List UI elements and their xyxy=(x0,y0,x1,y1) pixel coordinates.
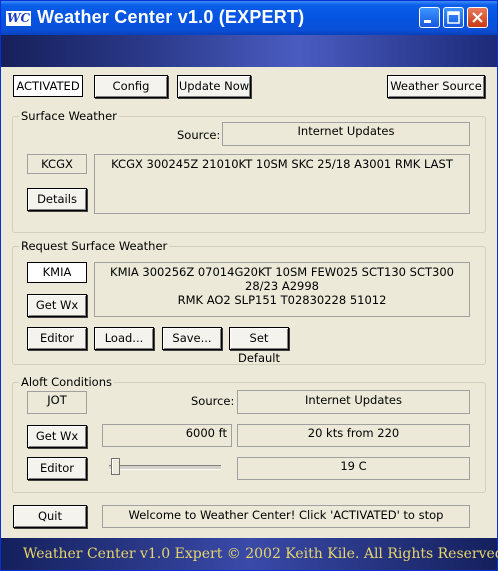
aloft-temperature: 19 C xyxy=(237,457,470,480)
save-button[interactable]: Save... xyxy=(162,327,222,350)
station-input[interactable]: KMIA xyxy=(27,262,87,283)
aloft-source-value: Internet Updates xyxy=(237,390,470,414)
details-button[interactable]: Details xyxy=(27,188,87,211)
title-bar[interactable]: WC Weather Center v1.0 (EXPERT) xyxy=(1,1,497,35)
request-weather-legend: Request Surface Weather xyxy=(19,239,170,253)
aloft-wind: 20 kts from 220 xyxy=(237,424,470,447)
request-get-wx-button[interactable]: Get Wx xyxy=(27,294,87,317)
altitude-slider-thumb[interactable] xyxy=(111,458,121,475)
activated-toggle[interactable]: ACTIVATED xyxy=(13,75,83,97)
request-editor-button[interactable]: Editor xyxy=(27,327,87,350)
surface-source-label: Source: xyxy=(177,128,221,142)
aloft-conditions-legend: Aloft Conditions xyxy=(19,375,114,389)
surface-report: KCGX 300245Z 21010KT 10SM SKC 25/18 A300… xyxy=(94,154,470,214)
copyright-text: Weather Center v1.0 Expert © 2002 Keith … xyxy=(23,546,498,562)
request-report: KMIA 300256Z 07014G20KT 10SM FEW025 SCT1… xyxy=(94,262,470,317)
maximize-button[interactable] xyxy=(443,7,464,28)
window-title: Weather Center v1.0 (EXPERT) xyxy=(37,7,305,27)
aloft-get-wx-button[interactable]: Get Wx xyxy=(27,425,87,448)
aloft-editor-button[interactable]: Editor xyxy=(27,457,87,480)
surface-source-value: Internet Updates xyxy=(222,122,470,146)
aloft-station: JOT xyxy=(27,391,87,414)
surface-weather-legend: Surface Weather xyxy=(19,109,119,123)
bottom-banner: Weather Center v1.0 Expert © 2002 Keith … xyxy=(1,538,498,570)
aloft-altitude: 6000 ft xyxy=(102,424,232,447)
request-report-line1: KMIA 300256Z 07014G20KT 10SM FEW025 SCT1… xyxy=(110,265,454,293)
weather-source-button[interactable]: Weather Source xyxy=(387,75,485,98)
app-logo-icon: WC xyxy=(6,11,31,26)
config-button[interactable]: Config xyxy=(94,75,168,98)
status-message: Welcome to Weather Center! Click 'ACTIVA… xyxy=(102,505,470,528)
surface-station: KCGX xyxy=(27,154,87,174)
request-report-line2: RMK AO2 SLP151 T02830228 51012 xyxy=(177,293,387,307)
load-button[interactable]: Load... xyxy=(94,327,154,350)
minimize-button[interactable] xyxy=(419,7,440,28)
close-icon xyxy=(472,12,483,23)
close-button[interactable] xyxy=(467,7,488,28)
app-window: WC Weather Center v1.0 (EXPERT) ACTIVATE… xyxy=(0,0,498,571)
minimize-icon xyxy=(424,20,431,23)
aloft-source-label: Source: xyxy=(191,394,235,408)
top-banner xyxy=(1,35,497,67)
altitude-slider-track[interactable] xyxy=(109,465,221,470)
update-now-button[interactable]: Update Now xyxy=(177,75,251,98)
quit-button[interactable]: Quit xyxy=(13,505,87,528)
maximize-icon xyxy=(447,11,460,24)
set-default-button[interactable]: Set Default xyxy=(229,327,289,365)
